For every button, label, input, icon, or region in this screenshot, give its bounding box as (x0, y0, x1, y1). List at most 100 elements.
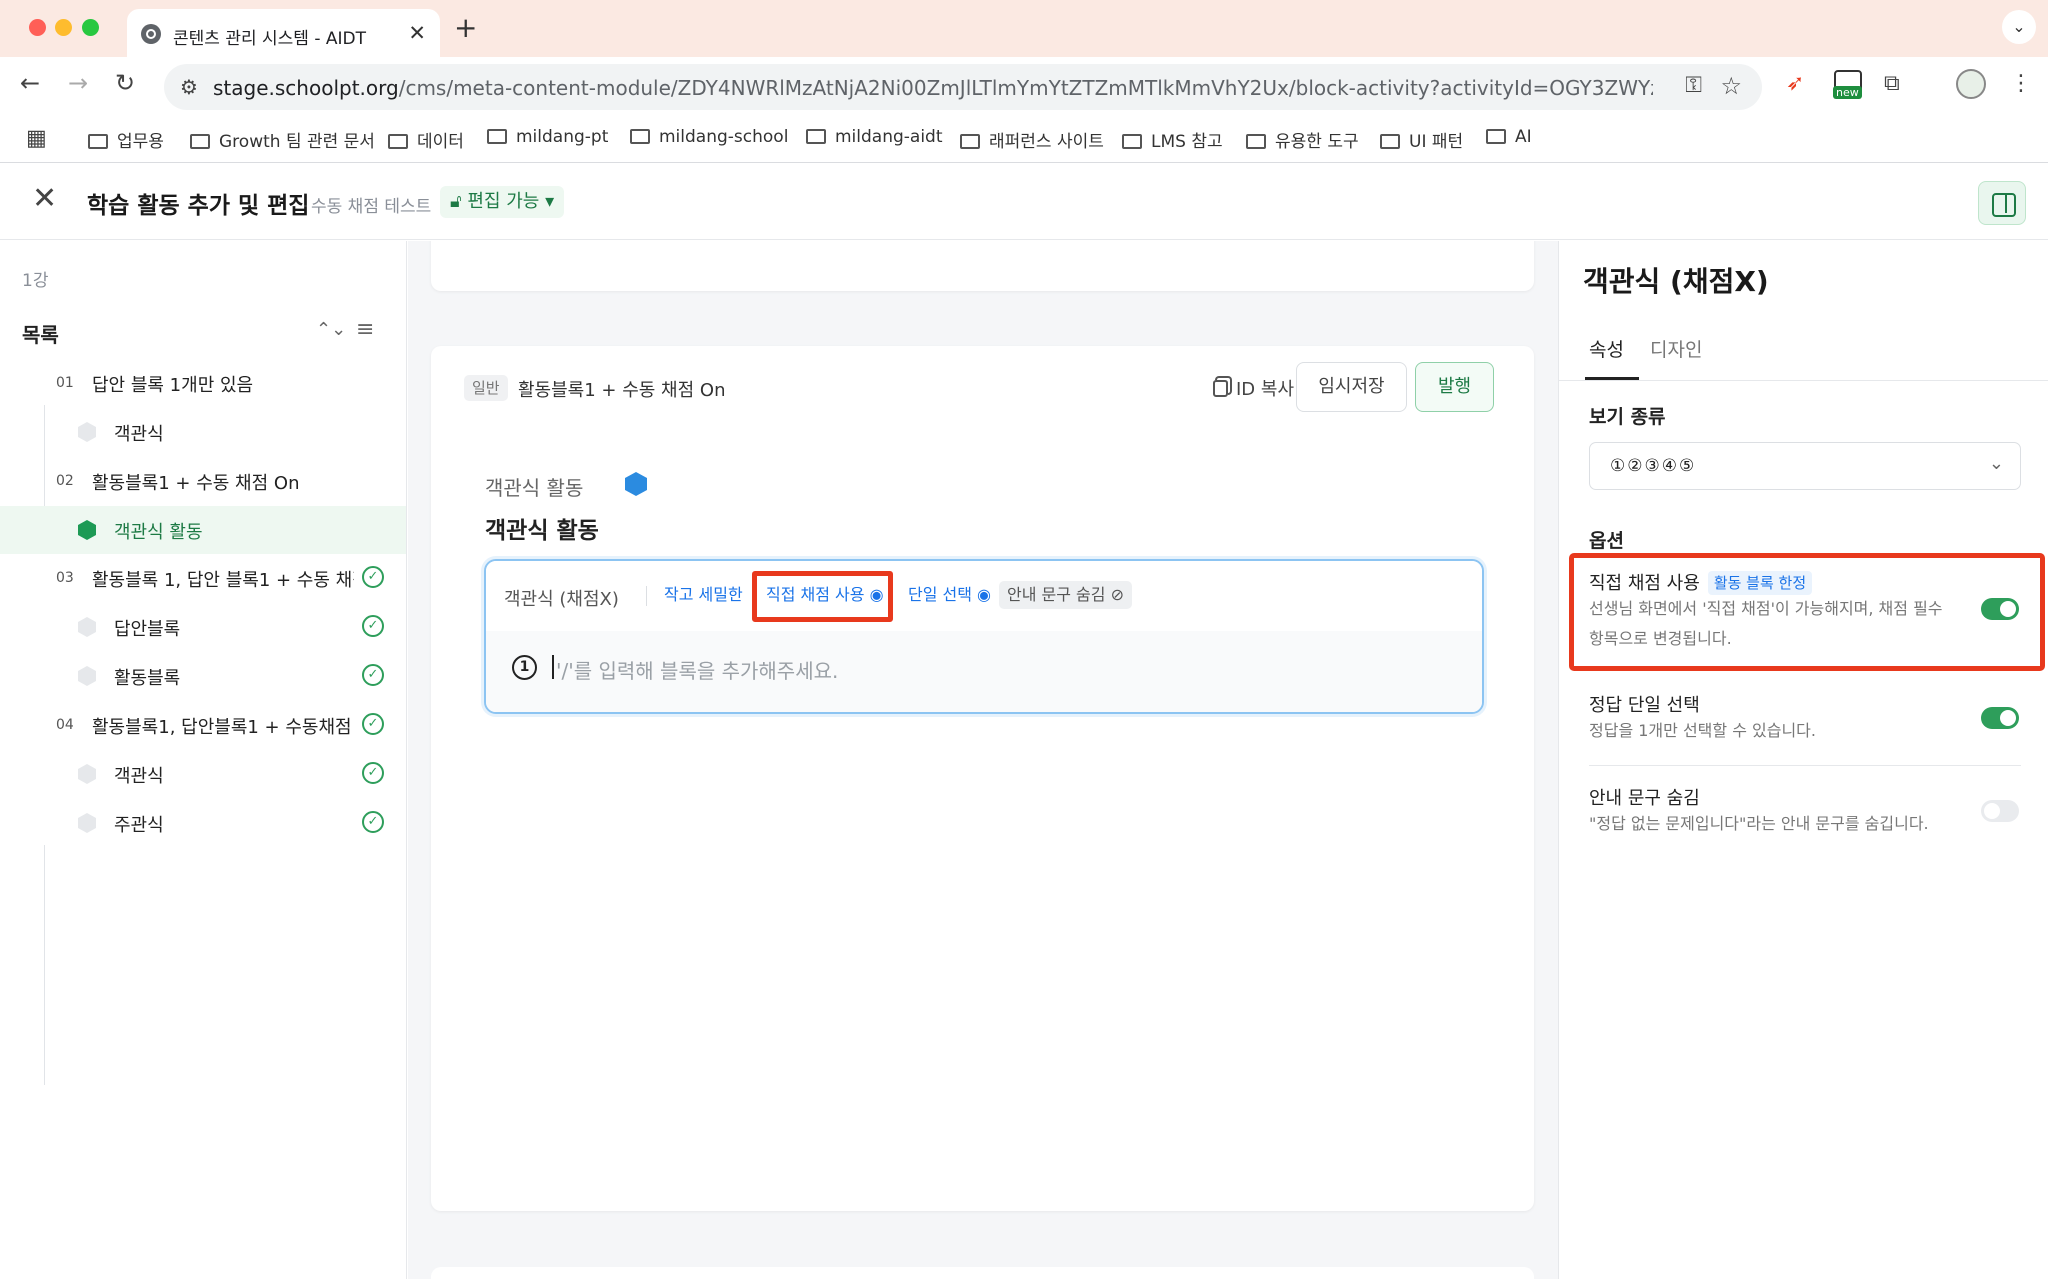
activity-card: 일반 활동블록1 + 수동 채점 On ID 복사 임시저장 발행 객관식 활동… (431, 346, 1534, 1211)
block-label: 객관식 (114, 424, 164, 445)
panel-tabs: 속성 디자인 (1559, 315, 2048, 381)
folder-icon (1122, 134, 1142, 149)
sidebar-item-section[interactable]: 04 활동블록1, 답안블록1 + 수동채점 Off ✓ (0, 701, 406, 749)
card-title: 활동블록1 + 수동 채점 On (518, 380, 726, 401)
single-select-chip[interactable]: 단일 선택 ◉ (900, 581, 999, 609)
view-type-label: 보기 종류 (1589, 406, 1666, 428)
tab-search-button[interactable]: ⌄ (2002, 10, 2036, 44)
reload-icon[interactable]: ↻ (115, 69, 135, 97)
check-circle-icon: ✓ (362, 664, 384, 686)
block-label: 활동블록 (114, 668, 181, 689)
check-circle-icon: ✓ (362, 566, 384, 588)
hide-guide-chip[interactable]: 안내 문구 숨김 ⊘ (999, 581, 1132, 609)
folder-icon (1246, 134, 1266, 149)
bookmark-folder[interactable]: 래퍼런스 사이트 (960, 127, 1104, 152)
bookmark-folder[interactable]: 데이터 (388, 127, 464, 152)
tree-line (44, 845, 45, 1085)
extensions-puzzle-icon[interactable]: ⧉ (1884, 71, 1900, 96)
bookmark-folder[interactable]: 업무용 (88, 127, 164, 152)
sidebar-item-block[interactable]: 객관식 ✓ (0, 750, 406, 798)
globe-icon (141, 24, 161, 44)
bookmark-folder[interactable]: Growth 팀 관련 문서 (190, 127, 375, 152)
browser-tab[interactable]: 콘텐츠 관리 시스템 - AIDT ✕ (127, 9, 440, 57)
single-answer-toggle[interactable] (1981, 707, 2019, 729)
block-cube-icon (78, 666, 96, 686)
size-chip[interactable]: 작고 세밀한 (656, 581, 751, 609)
eye-icon: ◉ (971, 585, 992, 604)
toggle-panel-button[interactable] (1978, 181, 2026, 225)
bookmark-star-icon[interactable]: ☆ (1720, 72, 1742, 100)
bookmark-folder[interactable]: UI 패턴 (1380, 127, 1463, 152)
sidebar-item-section[interactable]: 01 답안 블록 1개만 있음 (0, 359, 406, 407)
collapse-all-icon[interactable]: ⌃⌄ (316, 319, 346, 340)
chevron-down-icon: ⌄ (1988, 453, 2004, 474)
close-tab-icon[interactable]: ✕ (408, 21, 426, 45)
close-window-button[interactable] (29, 19, 46, 36)
bookmark-label: UI 패턴 (1409, 132, 1464, 152)
bookmark-folder[interactable]: 유용한 도구 (1246, 127, 1359, 152)
id-copy-button[interactable]: ID 복사 (1213, 375, 1294, 401)
sidebar-item-block-selected[interactable]: 객관식 활동 (0, 506, 406, 554)
block-body: 1 '/'를 입력해 블록을 추가해주세요. (486, 631, 1482, 712)
add-list-icon[interactable]: ≡ (356, 317, 374, 342)
publish-button[interactable]: 발행 (1415, 362, 1494, 412)
bookmark-folder[interactable]: mildang-school (630, 127, 788, 147)
sidebar-item-section[interactable]: 03 활동블록 1, 답안 블록1 + 수동 채점 On ✓ (0, 554, 406, 602)
next-card (431, 1267, 1534, 1279)
temp-save-button[interactable]: 임시저장 (1296, 362, 1407, 412)
bookmark-folder[interactable]: mildang-pt (487, 127, 608, 147)
options-label: 옵션 (1589, 530, 1624, 552)
back-icon[interactable]: ← (20, 69, 40, 97)
site-settings-icon[interactable]: ⚙ (180, 75, 198, 99)
activity-title: 객관식 활동 (485, 518, 599, 544)
activity-cube-icon (625, 472, 647, 496)
maximize-window-button[interactable] (82, 19, 99, 36)
block-label: 주관식 (114, 815, 164, 836)
browser-menu-icon[interactable]: ⋮ (2010, 71, 2032, 96)
close-editor-icon[interactable]: ✕ (32, 181, 57, 216)
tab-properties[interactable]: 속성 (1589, 335, 1624, 362)
folder-icon (190, 134, 210, 149)
forward-icon[interactable]: → (68, 69, 88, 97)
bookmark-folder[interactable]: mildang-aidt (806, 127, 943, 147)
profile-avatar[interactable] (1956, 69, 1986, 99)
lesson-label: 1강 (22, 271, 49, 291)
address-bar[interactable]: ⚙ stage.schoolpt.org/cms/meta-content-mo… (164, 64, 1762, 110)
password-key-icon[interactable]: ⚿ (1685, 73, 1702, 98)
tab-title: 콘텐츠 관리 시스템 - AIDT (173, 29, 366, 49)
bookmark-folder[interactable]: LMS 참고 (1122, 127, 1223, 152)
apps-grid-icon[interactable]: ▦ (26, 126, 47, 151)
sidebar-item-block[interactable]: 답안블록 ✓ (0, 603, 406, 651)
bookmark-folder[interactable]: AI (1486, 127, 1532, 147)
check-circle-icon: ✓ (362, 713, 384, 735)
page-title: 학습 활동 추가 및 편집 (87, 193, 310, 219)
bookmark-label: AI (1515, 127, 1532, 147)
url-text[interactable]: stage.schoolpt.org/cms/meta-content-modu… (213, 76, 1653, 100)
section-label: 답안 블록 1개만 있음 (92, 375, 254, 396)
block-type-label: 객관식 (채점X) (504, 589, 619, 610)
block-input-placeholder[interactable]: '/'를 입력해 블록을 추가해주세요. (556, 655, 838, 684)
active-tab-underline (1585, 377, 1639, 380)
block-header: 객관식 (채점X) 작고 세밀한 직접 채점 사용 ◉ 단일 선택 ◉ 안내 문… (486, 561, 1482, 631)
hide-guide-toggle[interactable] (1981, 800, 2019, 822)
minimize-window-button[interactable] (55, 19, 72, 36)
sidebar-item-block[interactable]: 주관식 ✓ (0, 799, 406, 847)
new-tab-button[interactable]: + (454, 11, 477, 44)
sidebar-item-block[interactable]: 활동블록 ✓ (0, 652, 406, 700)
previous-card (431, 241, 1534, 291)
sidebar-item-block[interactable]: 객관식 (0, 408, 406, 456)
question-block[interactable]: 객관식 (채점X) 작고 세밀한 직접 채점 사용 ◉ 단일 선택 ◉ 안내 문… (484, 559, 1484, 714)
card-tag: 일반 (464, 375, 508, 401)
extension-new-badge: new (1833, 86, 1862, 99)
sidebar-item-section[interactable]: 02 활동블록1 + 수동 채점 On (0, 457, 406, 505)
bookmark-label: 래퍼런스 사이트 (989, 132, 1104, 152)
main-editor: 일반 활동블록1 + 수동 채점 On ID 복사 임시저장 발행 객관식 활동… (408, 241, 1558, 1279)
check-circle-icon: ✓ (362, 811, 384, 833)
extension-new-icon[interactable]: new (1833, 70, 1862, 99)
edit-status-dropdown[interactable]: 🔓︎ 편집 가능 ▾ (440, 186, 565, 218)
tab-design[interactable]: 디자인 (1650, 335, 1702, 362)
browser-toolbar: ← → ↻ ⚙ stage.schoolpt.org/cms/meta-cont… (0, 57, 2048, 117)
view-type-select[interactable]: ①②③④⑤ ⌄ (1589, 442, 2021, 490)
extension-rocket-icon[interactable]: ➶ (1786, 71, 1804, 96)
app-header: ✕ 학습 활동 추가 및 편집 수동 채점 테스트 🔓︎ 편집 가능 ▾ (0, 164, 2048, 240)
